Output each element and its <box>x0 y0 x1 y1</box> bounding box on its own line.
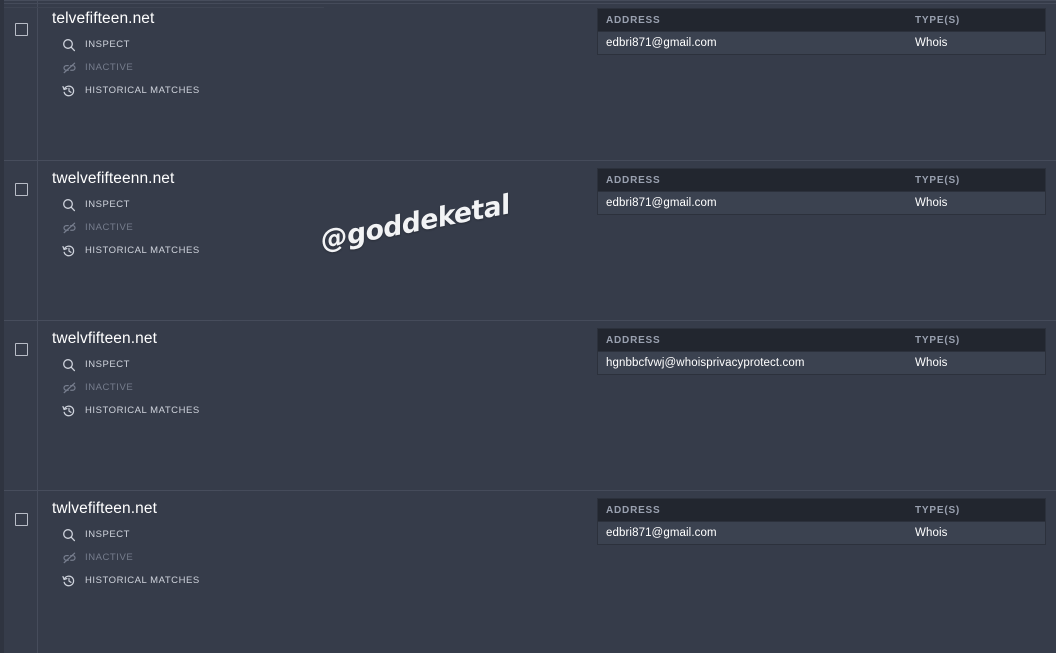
address-type-value: Whois <box>915 37 948 49</box>
inactive-label: INACTIVE <box>85 552 134 563</box>
address-table-header: ADDRESS TYPE(S) <box>598 499 1045 522</box>
column-header-types[interactable]: TYPE(S) <box>907 505 1045 516</box>
search-icon <box>61 357 77 373</box>
inspect-label: INSPECT <box>85 199 131 210</box>
history-clock-icon <box>61 403 77 419</box>
inactive-label: INACTIVE <box>85 222 134 233</box>
row-select-cell <box>0 0 37 160</box>
row-select-cell <box>0 320 37 490</box>
domain-row[interactable]: twlvefifteen.net INSPECT INACTIVE HISTOR… <box>0 490 1056 653</box>
column-header-address[interactable]: ADDRESS <box>598 505 907 516</box>
column-header-address[interactable]: ADDRESS <box>598 15 907 26</box>
row-checkbox[interactable] <box>15 183 28 196</box>
historical-matches-label: HISTORICAL MATCHES <box>85 575 200 586</box>
address-table-header: ADDRESS TYPE(S) <box>598 329 1045 352</box>
address-type-value: Whois <box>915 197 948 209</box>
history-clock-icon <box>61 573 77 589</box>
left-edge-gutter <box>0 0 4 653</box>
search-icon <box>61 527 77 543</box>
column-header-address[interactable]: ADDRESS <box>598 335 907 346</box>
domain-name: twelvefifteenn.net <box>52 170 175 187</box>
address-type-value: Whois <box>915 527 948 539</box>
domain-name: twelvfifteen.net <box>52 330 157 347</box>
inactive-status: INACTIVE <box>61 216 200 239</box>
address-value: hgnbbcfvwj@whoisprivacyprotect.com <box>606 357 805 369</box>
domain-row[interactable]: telvefifteen.net INSPECT INACTIVE HISTOR… <box>0 0 1056 160</box>
inactive-status: INACTIVE <box>61 546 200 569</box>
row-checkbox[interactable] <box>15 343 28 356</box>
address-type-value: Whois <box>915 357 948 369</box>
inspect-action[interactable]: INSPECT <box>61 33 200 56</box>
column-header-types[interactable]: TYPE(S) <box>907 335 1045 346</box>
column-header-types[interactable]: TYPE(S) <box>907 15 1045 26</box>
address-row[interactable]: edbri871@gmail.com Whois <box>598 32 1045 54</box>
search-icon <box>61 197 77 213</box>
broken-link-icon <box>61 60 77 76</box>
address-table: ADDRESS TYPE(S) edbri871@gmail.com Whois <box>597 168 1046 215</box>
historical-matches-action[interactable]: HISTORICAL MATCHES <box>61 79 200 102</box>
address-table: ADDRESS TYPE(S) edbri871@gmail.com Whois <box>597 498 1046 545</box>
inactive-label: INACTIVE <box>85 62 134 73</box>
address-row[interactable]: edbri871@gmail.com Whois <box>598 522 1045 544</box>
row-actions: INSPECT INACTIVE HISTORICAL MATCHES <box>61 353 200 422</box>
row-select-cell <box>0 490 37 653</box>
historical-matches-action[interactable]: HISTORICAL MATCHES <box>61 569 200 592</box>
address-table: ADDRESS TYPE(S) hgnbbcfvwj@whoisprivacyp… <box>597 328 1046 375</box>
inactive-status: INACTIVE <box>61 56 200 79</box>
domain-name: twlvefifteen.net <box>52 500 157 517</box>
historical-matches-label: HISTORICAL MATCHES <box>85 245 200 256</box>
historical-matches-label: HISTORICAL MATCHES <box>85 85 200 96</box>
address-table-header: ADDRESS TYPE(S) <box>598 9 1045 32</box>
domain-cell: telvefifteen.net INSPECT INACTIVE HISTOR… <box>37 0 597 160</box>
address-value: edbri871@gmail.com <box>606 37 717 49</box>
domain-row[interactable]: twelvfifteen.net INSPECT INACTIVE HISTOR… <box>0 320 1056 490</box>
address-row[interactable]: edbri871@gmail.com Whois <box>598 192 1045 214</box>
historical-matches-label: HISTORICAL MATCHES <box>85 405 200 416</box>
address-table-body: edbri871@gmail.com Whois <box>598 32 1045 54</box>
address-value: edbri871@gmail.com <box>606 197 717 209</box>
row-checkbox[interactable] <box>15 513 28 526</box>
address-table-body: hgnbbcfvwj@whoisprivacyprotect.com Whois <box>598 352 1045 374</box>
domain-row[interactable]: twelvefifteenn.net INSPECT INACTIVE HIST… <box>0 160 1056 320</box>
column-header-types[interactable]: TYPE(S) <box>907 175 1045 186</box>
inspect-label: INSPECT <box>85 529 131 540</box>
row-actions: INSPECT INACTIVE HISTORICAL MATCHES <box>61 193 200 262</box>
domain-cell: twlvefifteen.net INSPECT INACTIVE HISTOR… <box>37 490 597 653</box>
row-actions: INSPECT INACTIVE HISTORICAL MATCHES <box>61 523 200 592</box>
broken-link-icon <box>61 380 77 396</box>
broken-link-icon <box>61 220 77 236</box>
inspect-label: INSPECT <box>85 39 131 50</box>
address-table-header: ADDRESS TYPE(S) <box>598 169 1045 192</box>
top-row-divider <box>4 3 1056 4</box>
row-actions: INSPECT INACTIVE HISTORICAL MATCHES <box>61 33 200 102</box>
row-checkbox[interactable] <box>15 23 28 36</box>
domain-name: telvefifteen.net <box>52 10 155 27</box>
domain-results-panel: telvefifteen.net INSPECT INACTIVE HISTOR… <box>0 0 1056 653</box>
column-header-address[interactable]: ADDRESS <box>598 175 907 186</box>
address-table-body: edbri871@gmail.com Whois <box>598 522 1045 544</box>
inactive-status: INACTIVE <box>61 376 200 399</box>
domain-cell: twelvfifteen.net INSPECT INACTIVE HISTOR… <box>37 320 597 490</box>
domain-cell: twelvefifteenn.net INSPECT INACTIVE HIST… <box>37 160 597 320</box>
inspect-action[interactable]: INSPECT <box>61 193 200 216</box>
row-select-cell <box>0 160 37 320</box>
address-table-body: edbri871@gmail.com Whois <box>598 192 1045 214</box>
history-clock-icon <box>61 243 77 259</box>
broken-link-icon <box>61 550 77 566</box>
search-icon <box>61 37 77 53</box>
domain-row-list: telvefifteen.net INSPECT INACTIVE HISTOR… <box>0 0 1056 653</box>
address-table: ADDRESS TYPE(S) edbri871@gmail.com Whois <box>597 8 1046 55</box>
address-row[interactable]: hgnbbcfvwj@whoisprivacyprotect.com Whois <box>598 352 1045 374</box>
historical-matches-action[interactable]: HISTORICAL MATCHES <box>61 239 200 262</box>
address-value: edbri871@gmail.com <box>606 527 717 539</box>
inspect-label: INSPECT <box>85 359 131 370</box>
inspect-action[interactable]: INSPECT <box>61 353 200 376</box>
inactive-label: INACTIVE <box>85 382 134 393</box>
inspect-action[interactable]: INSPECT <box>61 523 200 546</box>
history-clock-icon <box>61 83 77 99</box>
historical-matches-action[interactable]: HISTORICAL MATCHES <box>61 399 200 422</box>
top-row-divider-secondary <box>4 7 324 8</box>
